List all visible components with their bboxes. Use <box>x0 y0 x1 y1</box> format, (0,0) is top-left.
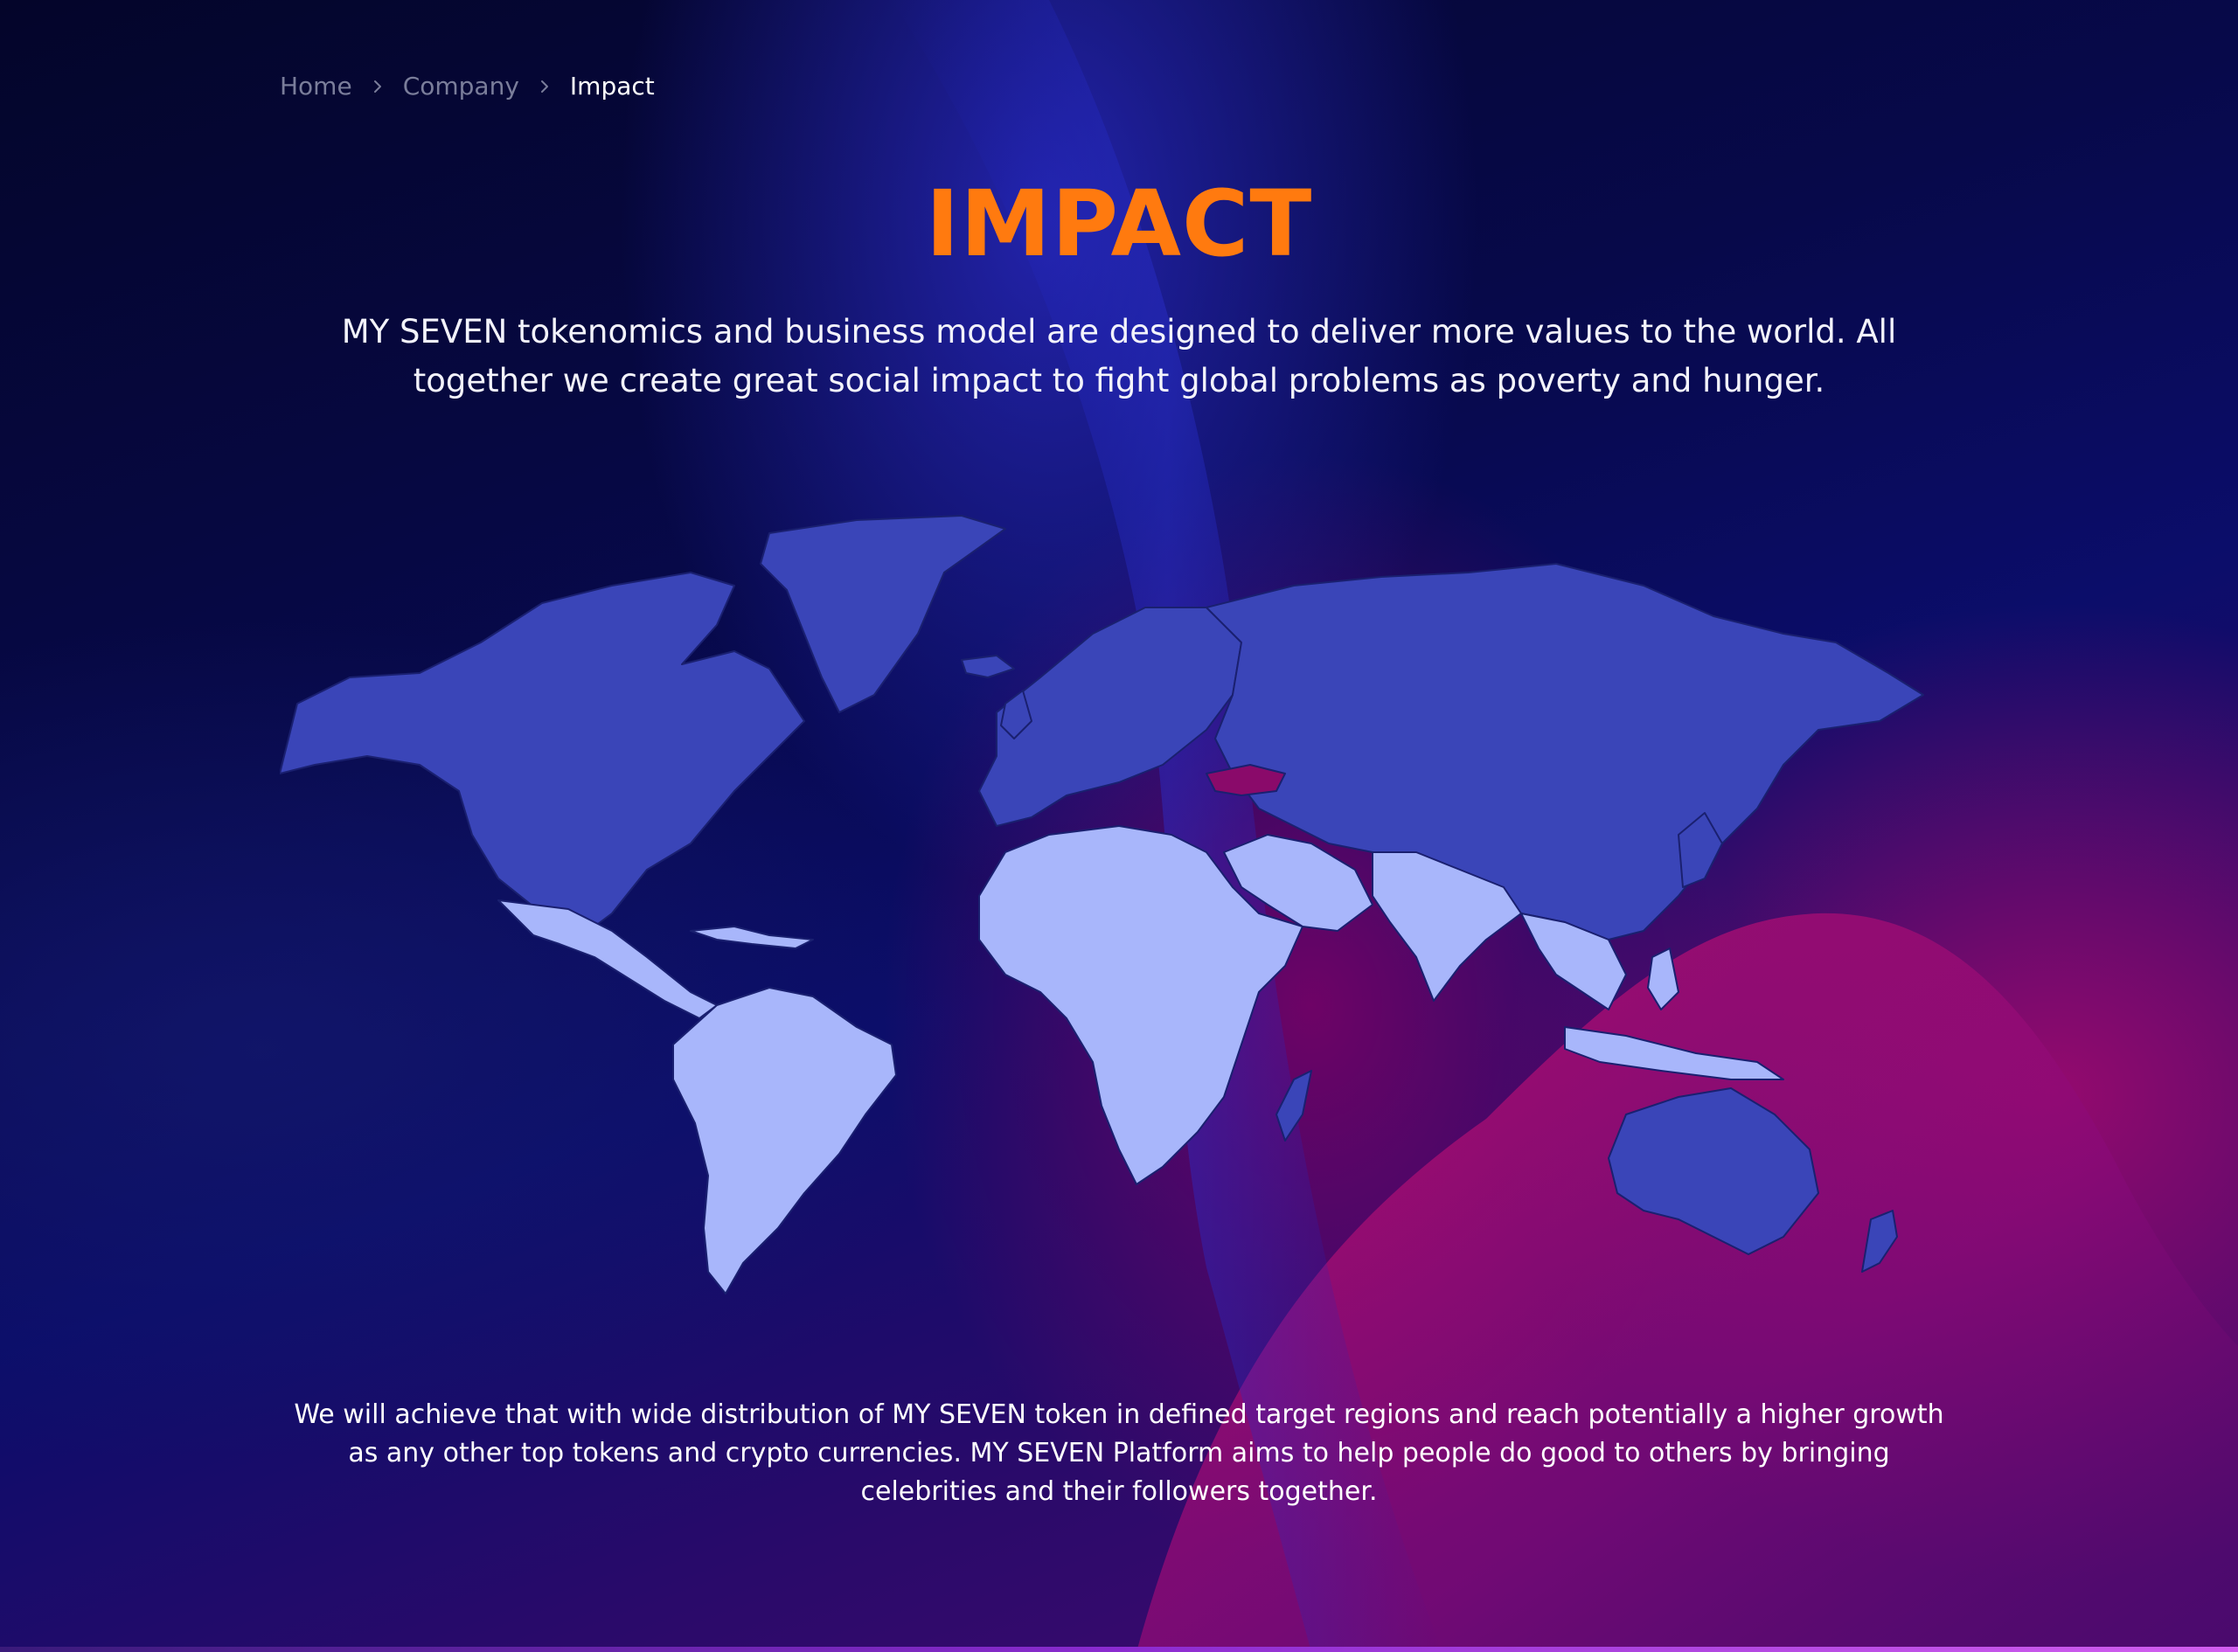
map-region-north-america <box>280 572 805 941</box>
map-region-mexico-central-america <box>497 899 718 1019</box>
map-region-caribbean <box>690 926 814 949</box>
intro-text: MY SEVEN tokenomics and business model a… <box>341 313 1897 399</box>
breadcrumb: Home Company Impact <box>280 72 655 101</box>
map-region-madagascar <box>1275 1070 1312 1142</box>
page-title: IMPACT <box>925 170 1313 277</box>
bottom-accent-line <box>0 1647 2238 1652</box>
map-region-philippines <box>1647 947 1679 1010</box>
map-region-iceland <box>961 655 1015 678</box>
breadcrumb-home[interactable]: Home <box>280 72 352 101</box>
chevron-right-icon <box>368 77 387 96</box>
map-region-greenland <box>760 515 1006 713</box>
world-map <box>280 515 1924 1295</box>
map-region-south-america <box>672 987 897 1295</box>
chevron-right-icon <box>535 77 554 96</box>
map-region-new-zealand <box>1861 1210 1898 1273</box>
outro-text: We will achieve that with wide distribut… <box>294 1399 1944 1507</box>
impact-page: Home Company Impact IMPACT MY SEVEN toke… <box>0 0 2238 1652</box>
breadcrumb-company[interactable]: Company <box>403 72 519 101</box>
breadcrumb-current: Impact <box>569 72 655 101</box>
map-region-indonesia <box>1564 1026 1784 1080</box>
map-region-australia <box>1608 1087 1819 1255</box>
